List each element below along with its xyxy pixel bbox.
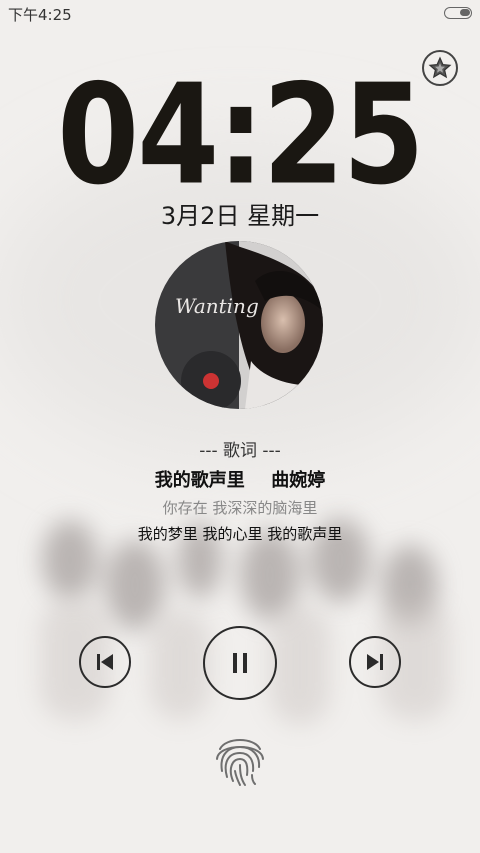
status-bar: 下午4:25 bbox=[0, 0, 480, 26]
song-title: 我的歌声里 bbox=[154, 470, 245, 491]
pause-button[interactable] bbox=[203, 626, 277, 700]
lockscreen-clock: 04:25 bbox=[57, 54, 424, 216]
next-track-button[interactable] bbox=[349, 636, 401, 688]
fingerprint-unlock[interactable] bbox=[208, 727, 272, 791]
pause-icon bbox=[233, 653, 247, 673]
skip-next-icon bbox=[367, 654, 383, 670]
lockscreen-date: 3月2日 星期一 bbox=[160, 202, 320, 230]
song-artist: 曲婉婷 bbox=[271, 470, 326, 491]
album-art[interactable]: Wanting bbox=[155, 241, 323, 409]
fingerprint-icon bbox=[216, 739, 264, 786]
battery-level bbox=[460, 9, 470, 16]
lyric-line-current: 我的梦里 我的心里 我的歌声里 bbox=[137, 525, 343, 543]
battery-icon bbox=[444, 7, 472, 19]
skip-previous-icon bbox=[97, 654, 113, 670]
album-cover-icon: Wanting bbox=[155, 241, 323, 409]
status-time: 下午4:25 bbox=[8, 6, 72, 24]
song-info: 我的歌声里 曲婉婷 bbox=[0, 466, 480, 492]
previous-track-button[interactable] bbox=[79, 636, 131, 688]
lyrics-header: --- 歌词 --- bbox=[199, 441, 281, 461]
album-cover-text: Wanting bbox=[175, 294, 259, 318]
lyric-line-previous: 你存在 我深深的脑海里 bbox=[162, 499, 318, 517]
